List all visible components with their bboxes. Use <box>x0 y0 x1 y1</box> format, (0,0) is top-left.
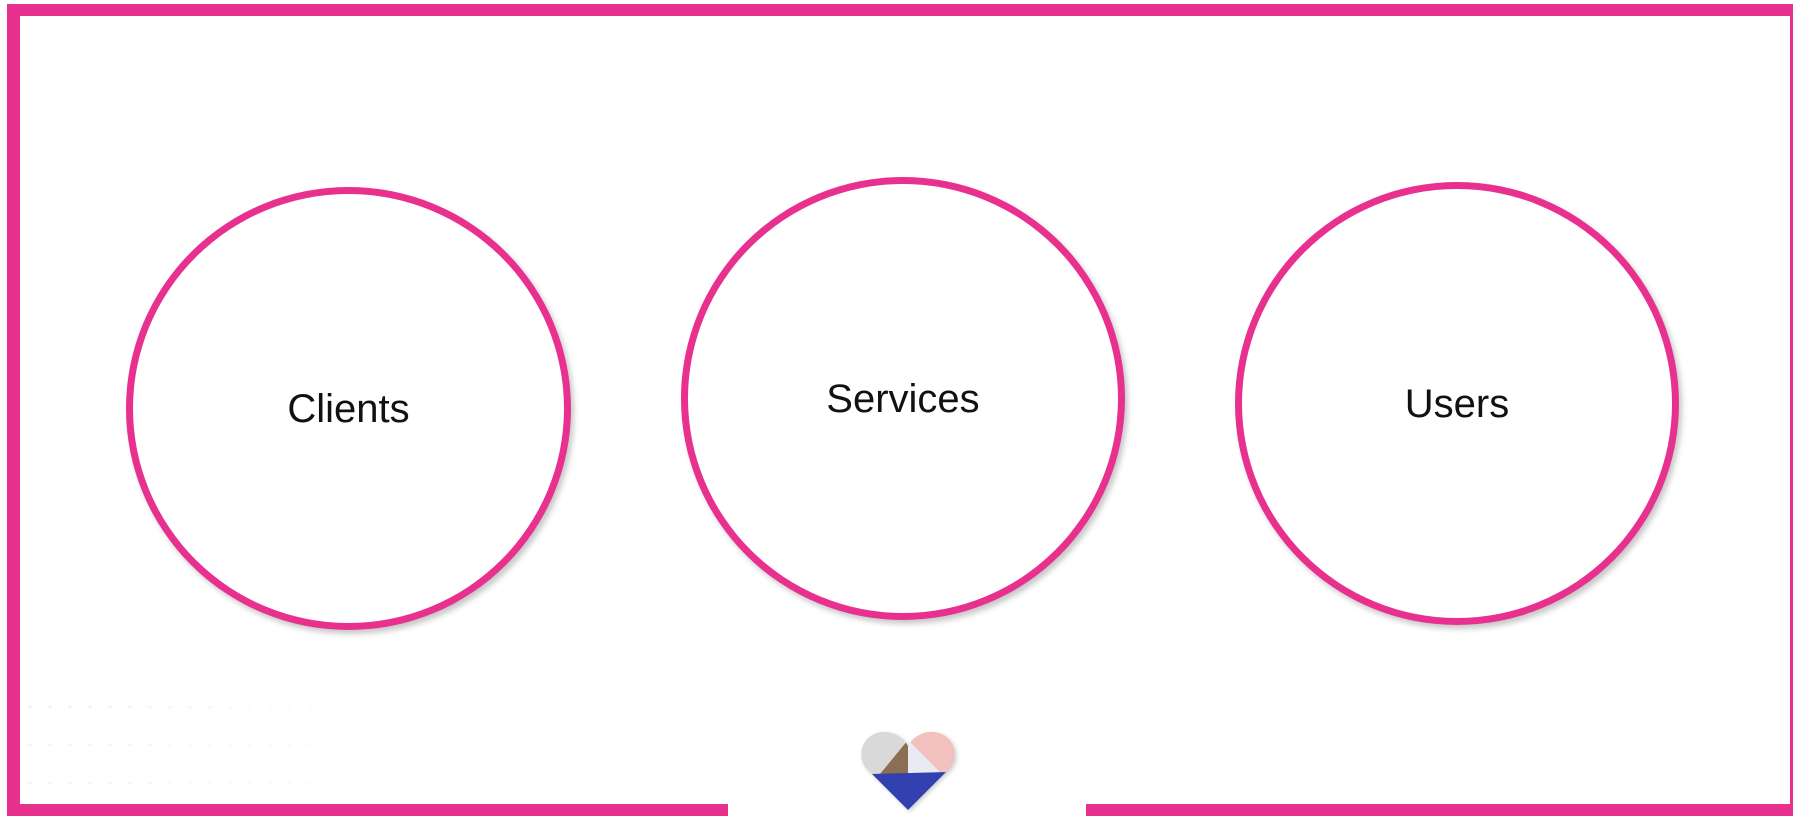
dot-pattern-decoration <box>20 688 440 798</box>
frame-border-bottom-left <box>7 804 728 816</box>
logo-blue-segment <box>870 772 948 811</box>
clients-label: Clients <box>287 386 410 431</box>
services-label: Services <box>826 376 980 421</box>
users-circle: Users <box>1235 182 1679 625</box>
heart-logo-icon <box>861 731 955 811</box>
frame-border-bottom-right <box>1086 804 1793 816</box>
clients-circle: Clients <box>126 187 571 630</box>
frame-border-left <box>7 4 20 816</box>
frame-border-top <box>7 4 1793 16</box>
users-label: Users <box>1404 381 1510 426</box>
services-circle: Services <box>681 177 1125 620</box>
